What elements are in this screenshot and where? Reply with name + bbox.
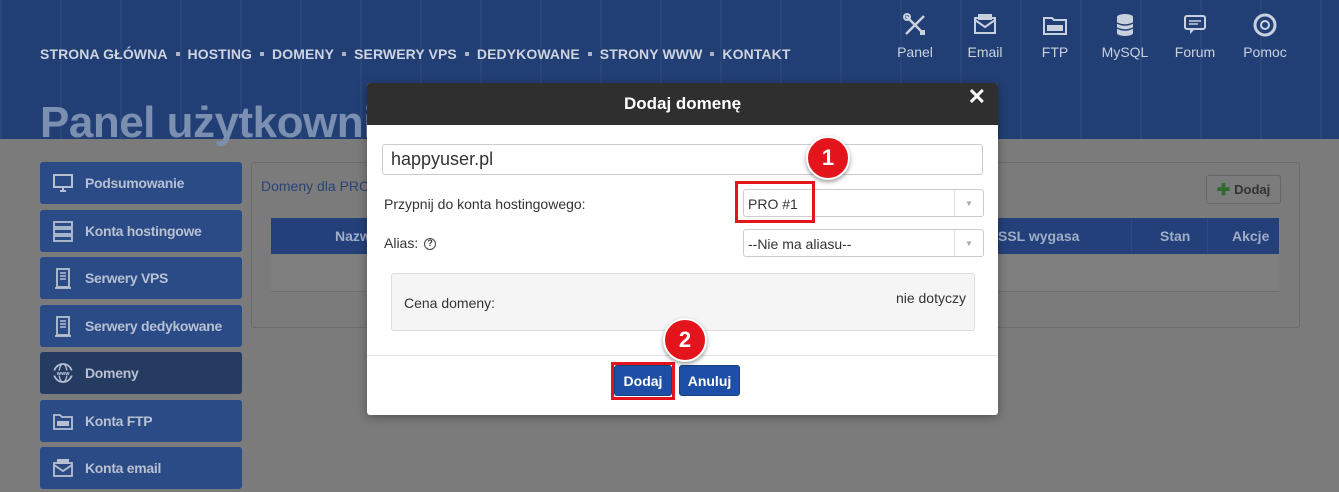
top-forum-label: Forum [1174, 44, 1216, 60]
sidebar-item-label: Domeny [85, 365, 139, 381]
page-title: Panel użytkowni [40, 98, 370, 147]
top-help-label: Pomoc [1243, 44, 1287, 60]
sidebar-item-summary[interactable]: Podsumowanie [40, 162, 242, 204]
tools-icon [903, 13, 925, 35]
step-badge-2: 2 [663, 318, 707, 362]
top-mysql-link[interactable]: MySQL [1090, 12, 1160, 60]
sidebar-item-label: Serwery dedykowane [85, 317, 222, 334]
domain-name-input[interactable] [382, 144, 983, 175]
alias-label-text: Alias: [384, 235, 419, 251]
top-icon-bar: Panel Email FTP MySQL Forum Pomoc [880, 12, 1300, 60]
server-icon [53, 220, 73, 242]
help-icon[interactable]: ? [424, 238, 437, 251]
tower-icon [55, 268, 71, 289]
sidebar: Podsumowanie Konta hostingowe Serwery VP… [40, 162, 242, 492]
column-ssl-expires: SSL wygasa [998, 228, 1080, 244]
column-name: Nazw [335, 228, 371, 244]
nav-separator [464, 52, 469, 56]
column-divider [1207, 218, 1208, 254]
sidebar-item-label: Podsumowanie [85, 175, 185, 191]
sidebar-item-hosting[interactable]: Konta hostingowe [40, 209, 242, 252]
domains-heading: Domeny dla PRO [261, 178, 370, 194]
database-icon [1116, 14, 1134, 36]
nav-separator [587, 52, 592, 56]
nav-separator [175, 52, 180, 56]
top-mysql-label: MySQL [1101, 44, 1149, 60]
nav-separator [260, 52, 265, 56]
nav-vps[interactable]: SERWERY VPS [354, 46, 457, 62]
top-forum-link[interactable]: Forum [1160, 12, 1230, 60]
sidebar-item-label: Konta FTP [85, 412, 153, 429]
nav-domains[interactable]: DOMENY [272, 46, 334, 62]
highlight-hosting-select [735, 181, 815, 223]
globe-www-icon: www [53, 363, 73, 383]
alias-select[interactable]: --Nie ma aliasu-- ▼ [743, 229, 984, 257]
alias-value: --Nie ma aliasu-- [748, 236, 852, 252]
sidebar-item-domains[interactable]: www Domeny [40, 352, 242, 394]
nav-dedicated[interactable]: DEDYKOWANE [477, 46, 580, 62]
price-value: nie dotyczy [895, 290, 966, 306]
add-domain-dialog: Dodaj domenę ✕ Przypnij do konta hosting… [367, 83, 998, 415]
top-email-link[interactable]: Email [950, 12, 1020, 60]
top-panel-label: Panel [897, 44, 933, 60]
sidebar-item-ftp[interactable]: Konta FTP [40, 399, 242, 442]
email-icon [53, 459, 73, 477]
top-ftp-link[interactable]: FTP [1020, 12, 1090, 60]
email-icon [974, 14, 996, 34]
chevron-down-icon: ▼ [954, 230, 983, 256]
close-icon[interactable]: ✕ [968, 86, 986, 108]
add-domain-button[interactable]: ✚ Dodaj [1206, 175, 1281, 204]
nav-contact[interactable]: KONTAKT [722, 46, 790, 62]
chevron-down-icon: ▼ [954, 190, 983, 216]
top-help-link[interactable]: Pomoc [1230, 12, 1300, 60]
column-status: Stan [1160, 228, 1191, 244]
nav-websites[interactable]: STRONY WWW [600, 46, 703, 62]
nav-separator [342, 52, 347, 56]
nav-home[interactable]: STRONA GŁÓWNA [40, 46, 168, 62]
alias-label: Alias: ? [384, 235, 437, 251]
top-ftp-label: FTP [1041, 44, 1069, 60]
monitor-icon [53, 174, 73, 192]
sidebar-item-label: Konta hostingowe [85, 222, 202, 239]
column-divider [1131, 218, 1132, 254]
forum-icon [1184, 15, 1206, 34]
price-label: Cena domeny: [404, 295, 496, 311]
svg-text:www: www [57, 371, 71, 377]
dialog-header: Dodaj domenę ✕ [367, 83, 998, 125]
main-nav: STRONA GŁÓWNA HOSTING DOMENY SERWERY VPS… [40, 46, 791, 62]
sidebar-item-vps[interactable]: Serwery VPS [40, 257, 242, 299]
sidebar-item-label: Serwery VPS [85, 270, 169, 286]
sidebar-item-dedicated[interactable]: Serwery dedykowane [40, 304, 242, 347]
lifebuoy-icon [1253, 13, 1277, 37]
hosting-account-label: Przypnij do konta hostingowego: [384, 196, 586, 212]
plus-icon: ✚ [1216, 181, 1231, 199]
cancel-button[interactable]: Anuluj [679, 365, 740, 396]
sidebar-item-email[interactable]: Konta email [40, 447, 242, 489]
tower-icon [55, 315, 71, 337]
step-badge-1: 1 [806, 136, 850, 180]
column-actions: Akcje [1232, 228, 1270, 244]
sidebar-item-label: Konta email [85, 460, 162, 476]
top-email-label: Email [967, 44, 1003, 60]
highlight-submit-button [611, 362, 675, 400]
dialog-title: Dodaj domenę [623, 94, 742, 113]
ftp-folder-icon [53, 413, 73, 430]
ftp-folder-icon [1043, 17, 1067, 35]
nav-hosting[interactable]: HOSTING [188, 46, 252, 62]
top-panel-link[interactable]: Panel [880, 12, 950, 60]
nav-separator [710, 52, 715, 56]
add-domain-label: Dodaj [1234, 182, 1271, 197]
